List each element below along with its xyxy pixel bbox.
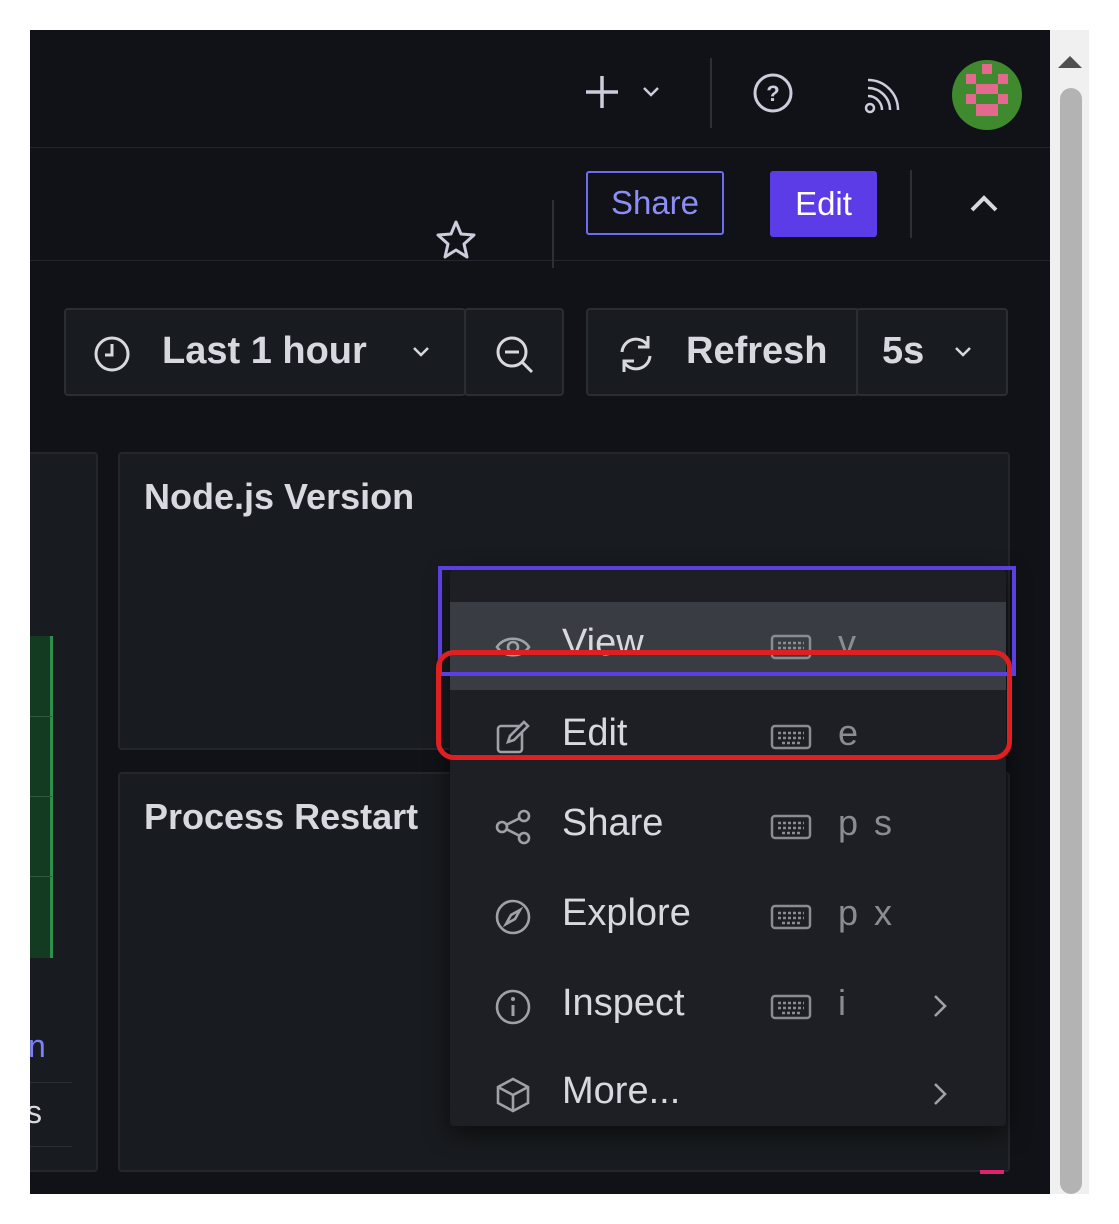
menu-item-label: Inspect — [562, 982, 685, 1024]
caret-up-icon — [1058, 56, 1082, 68]
plus-icon — [586, 76, 659, 108]
dashboard-window: ? Share Edit Last 1 hour Refresh 5s n s … — [30, 30, 1089, 1194]
top-navbar: ? — [30, 30, 1050, 148]
share-icon — [495, 809, 531, 845]
refresh-icon — [620, 336, 652, 372]
scroll-up-arrow[interactable] — [1056, 52, 1084, 72]
grid-line — [30, 876, 52, 877]
chevron-up-icon — [970, 195, 998, 212]
menu-item-label: More... — [562, 1070, 681, 1112]
help-button[interactable]: ? — [752, 72, 794, 114]
legend-link-text[interactable]: n — [30, 1028, 46, 1065]
shortcut-key: i — [838, 982, 849, 1023]
star-icon — [436, 220, 476, 259]
keyboard-icon — [770, 904, 812, 930]
cube-icon — [496, 1077, 530, 1113]
refresh-label: Refresh — [686, 330, 828, 372]
divider — [710, 58, 712, 128]
keyboard-icon — [770, 994, 812, 1020]
user-avatar[interactable] — [952, 60, 1022, 130]
edit-dashboard-button[interactable]: Edit — [770, 171, 877, 237]
keyboard-icon — [770, 814, 812, 840]
chevron-right-icon — [934, 1083, 947, 1105]
new-menu-button[interactable] — [578, 70, 668, 114]
menu-item-label: Explore — [562, 892, 691, 934]
grid-line — [30, 716, 52, 717]
time-range-label: Last 1 hour — [162, 330, 367, 372]
refresh-interval-picker[interactable]: 5s — [856, 308, 1008, 396]
table-cell-text: s — [30, 1094, 42, 1130]
clock-icon — [94, 336, 130, 372]
star-button[interactable] — [434, 218, 478, 262]
compass-icon — [495, 899, 531, 935]
time-range-picker[interactable]: Last 1 hour — [64, 308, 466, 396]
menu-item-share[interactable]: Share p s — [450, 782, 1006, 870]
chevron-down-icon — [413, 347, 429, 357]
zoom-out-icon — [496, 336, 534, 374]
menu-item-more[interactable]: More... — [450, 1050, 1006, 1138]
divider — [552, 200, 554, 268]
panel-title: Process Restart — [144, 796, 419, 837]
panel-title: Node.js Version — [144, 476, 415, 517]
scrollbar-thumb[interactable] — [1060, 88, 1082, 1194]
graph-bar — [30, 636, 53, 958]
annotation-highlight — [436, 650, 1012, 760]
svg-text:?: ? — [766, 81, 779, 106]
chevron-right-icon — [934, 995, 947, 1017]
news-button[interactable] — [862, 74, 904, 116]
menu-item-inspect[interactable]: Inspect i — [450, 962, 1006, 1050]
menu-item-explore[interactable]: Explore p x — [450, 872, 1006, 960]
chevron-down-icon — [955, 347, 971, 357]
dashboard-toolbar — [30, 148, 1050, 268]
share-button[interactable]: Share — [586, 171, 724, 235]
collapse-button[interactable] — [966, 190, 1002, 218]
divider — [910, 170, 912, 238]
zoom-out-button[interactable] — [464, 308, 564, 396]
shortcut-key: p s — [838, 802, 896, 843]
help-circle-icon: ? — [753, 73, 793, 113]
row-divider — [30, 1082, 72, 1083]
partial-panel: n s — [30, 452, 98, 1172]
menu-item-label: Share — [562, 802, 664, 844]
avatar-image — [966, 64, 1008, 116]
info-icon — [495, 989, 531, 1025]
shortcut-key: p x — [838, 892, 896, 933]
refresh-button[interactable]: Refresh — [586, 308, 860, 396]
grid-line — [30, 796, 52, 797]
status-indicator — [980, 1170, 1004, 1174]
refresh-interval-label: 5s — [882, 330, 925, 372]
row-divider — [30, 1146, 72, 1147]
rss-icon — [864, 78, 900, 114]
